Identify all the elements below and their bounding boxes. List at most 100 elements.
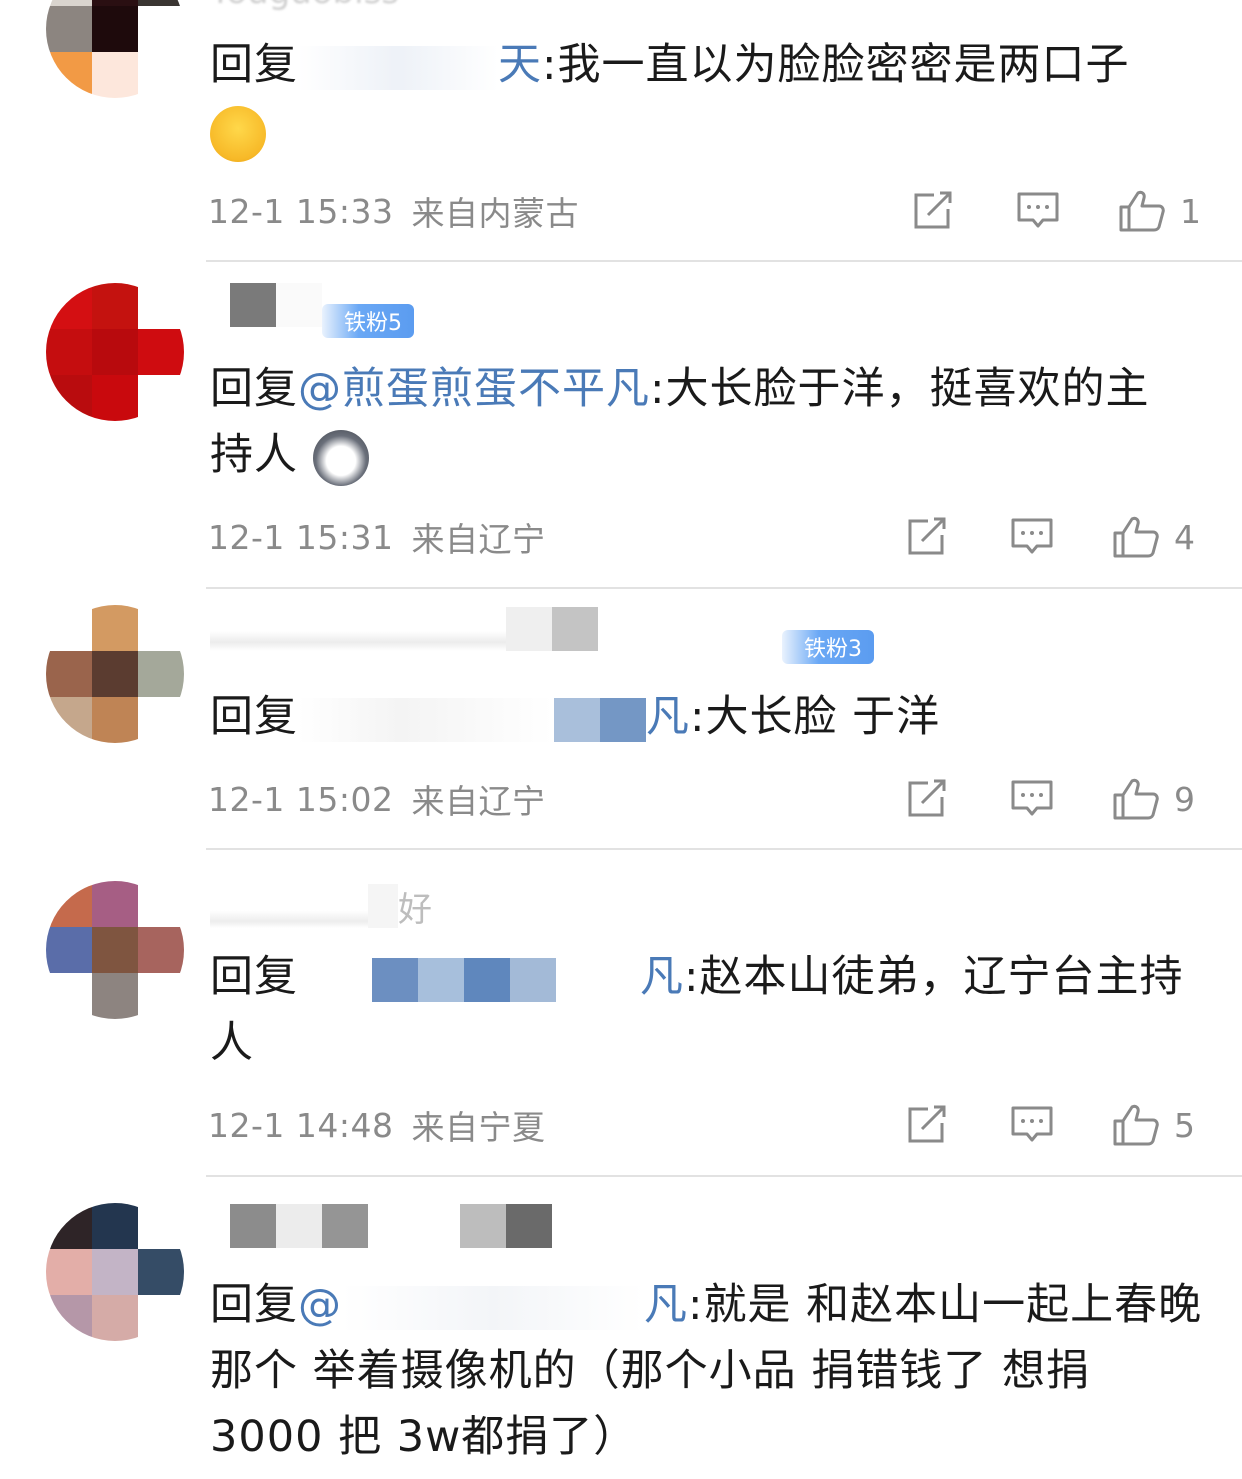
comment-location: 来自辽宁 bbox=[411, 782, 546, 821]
comment-text: 回复@煎蛋煎蛋不平凡:大长脸于洋，挺喜欢的主 持人 bbox=[210, 356, 1210, 488]
username-blurred bbox=[322, 1204, 368, 1248]
comment-meta: 12-1 14:48 来自宁夏 bbox=[208, 1100, 546, 1150]
username-blurred bbox=[230, 283, 276, 327]
comment-text: 回复 凡:赵本山徒弟，辽宁台主持 人 bbox=[210, 944, 1210, 1076]
comment-location: 来自内蒙古 bbox=[411, 194, 579, 233]
mention-link[interactable]: @煎蛋煎蛋不平凡 bbox=[298, 364, 650, 414]
mention-blurred bbox=[600, 697, 646, 742]
share-button[interactable] bbox=[906, 774, 948, 824]
mention-link[interactable]: 天 bbox=[498, 40, 542, 90]
share-icon bbox=[908, 517, 946, 555]
comment-icon bbox=[1011, 780, 1053, 816]
comment-body-cont: 人 bbox=[210, 1018, 254, 1068]
like-button[interactable]: 5 bbox=[1112, 1100, 1195, 1150]
comment-button[interactable] bbox=[1010, 512, 1054, 562]
comment-body: :大长脸 于洋 bbox=[690, 692, 941, 742]
like-button[interactable]: 9 bbox=[1112, 774, 1195, 824]
mention-link[interactable]: 凡 bbox=[640, 952, 684, 1002]
divider bbox=[206, 587, 1242, 589]
username-blurred bbox=[210, 884, 368, 928]
comment-location: 来自辽宁 bbox=[411, 520, 546, 559]
thumbs-up-icon bbox=[1119, 190, 1165, 232]
like-count: 1 bbox=[1180, 191, 1201, 231]
fan-badge-label: 铁粉3 bbox=[804, 637, 862, 662]
mention-link[interactable]: 凡 bbox=[646, 692, 690, 742]
reply-prefix: 回复 bbox=[210, 40, 298, 90]
mention-link[interactable]: @ bbox=[298, 1280, 342, 1330]
share-icon bbox=[914, 191, 952, 229]
comment-text: 回复@ 凡:就是 和赵本山一起上春晚 那个 举着摄像机的（那个小品 捐错钱了 想捐… bbox=[210, 1272, 1220, 1470]
crying-face-icon bbox=[210, 105, 266, 162]
like-button[interactable]: 4 bbox=[1112, 512, 1195, 562]
divider bbox=[206, 848, 1242, 850]
mention-blurred bbox=[510, 957, 556, 1002]
fan-badge[interactable]: 铁粉3 bbox=[782, 630, 874, 664]
username-blurred bbox=[230, 1204, 276, 1248]
avatar[interactable] bbox=[46, 605, 184, 743]
mention-blurred bbox=[298, 697, 554, 742]
comment-location: 来自宁夏 bbox=[411, 1108, 546, 1147]
comment-body: :赵本山徒弟，辽宁台主持 bbox=[684, 952, 1184, 1002]
comment-text: 回复 天:我一直以为脸脸密密是两口子 bbox=[210, 32, 1210, 164]
username-blurred bbox=[210, 283, 230, 327]
comment-body-cont: 持人 bbox=[210, 430, 298, 480]
mention-blurred bbox=[556, 957, 640, 1002]
thumbs-up-icon bbox=[1113, 516, 1159, 558]
avatar[interactable] bbox=[46, 0, 184, 98]
comment-time: 12-1 14:48 bbox=[208, 1105, 394, 1145]
reply-prefix: 回复 bbox=[210, 364, 298, 414]
divider bbox=[206, 260, 1242, 262]
comment-button[interactable] bbox=[1010, 1100, 1054, 1150]
avatar[interactable] bbox=[46, 881, 184, 1019]
fan-badge[interactable]: 铁粉5 bbox=[322, 304, 414, 338]
reply-prefix: 回复 bbox=[210, 952, 298, 1002]
username-blurred bbox=[368, 884, 398, 928]
mention-link-end[interactable]: 凡 bbox=[644, 1280, 688, 1330]
username-blurred bbox=[210, 607, 506, 651]
share-button[interactable] bbox=[906, 1100, 948, 1150]
comment-meta: 12-1 15:31 来自辽宁 bbox=[208, 512, 546, 562]
username[interactable]: Youguobiss bbox=[210, 0, 399, 14]
reply-prefix: 回复 bbox=[210, 1280, 298, 1330]
comment-time: 12-1 15:02 bbox=[208, 779, 394, 819]
share-button[interactable] bbox=[906, 512, 948, 562]
username[interactable] bbox=[210, 607, 598, 651]
username[interactable] bbox=[210, 283, 322, 327]
like-count: 5 bbox=[1174, 1105, 1195, 1145]
reply-prefix: 回复 bbox=[210, 692, 298, 742]
comment-time: 12-1 15:33 bbox=[208, 191, 394, 231]
comment-icon bbox=[1017, 192, 1059, 228]
comment-button[interactable] bbox=[1010, 774, 1054, 824]
username-blurred bbox=[460, 1204, 506, 1248]
comment-body: :就是 和赵本山一起上春晚 bbox=[688, 1280, 1203, 1330]
avatar[interactable] bbox=[46, 1203, 184, 1341]
mention-blurred bbox=[372, 957, 418, 1002]
thumbs-up-icon bbox=[1113, 1104, 1159, 1146]
comment-icon bbox=[1011, 1106, 1053, 1142]
username-blurred bbox=[276, 1204, 322, 1248]
like-button[interactable]: 1 bbox=[1118, 186, 1201, 236]
divider bbox=[206, 1175, 1242, 1177]
husky-face-icon bbox=[312, 429, 369, 486]
username-text: 好 bbox=[398, 889, 432, 930]
comment-body: :大长脸于洋，挺喜欢的主 bbox=[650, 364, 1150, 414]
like-count: 9 bbox=[1174, 779, 1195, 819]
username[interactable] bbox=[210, 1204, 552, 1248]
comment-button[interactable] bbox=[1016, 186, 1060, 236]
username-blurred bbox=[368, 1204, 460, 1248]
comment-meta: 12-1 15:02 来自辽宁 bbox=[208, 774, 546, 824]
share-icon bbox=[908, 1105, 946, 1143]
share-icon bbox=[908, 779, 946, 817]
mention-blurred bbox=[298, 957, 372, 1002]
username-blurred bbox=[210, 1204, 230, 1248]
comment-body-cont: 那个 举着摄像机的（那个小品 捐错钱了 想捐 bbox=[210, 1346, 1091, 1396]
like-count: 4 bbox=[1174, 517, 1195, 557]
avatar[interactable] bbox=[46, 283, 184, 421]
username-blurred bbox=[552, 607, 598, 651]
username-blurred bbox=[276, 283, 322, 327]
thumbs-up-icon bbox=[1113, 778, 1159, 820]
comment-body-cont: 3000 把 3w都捐了） bbox=[210, 1412, 638, 1462]
username[interactable]: 好 bbox=[210, 884, 432, 930]
mention-blurred bbox=[418, 957, 464, 1002]
share-button[interactable] bbox=[912, 186, 954, 236]
